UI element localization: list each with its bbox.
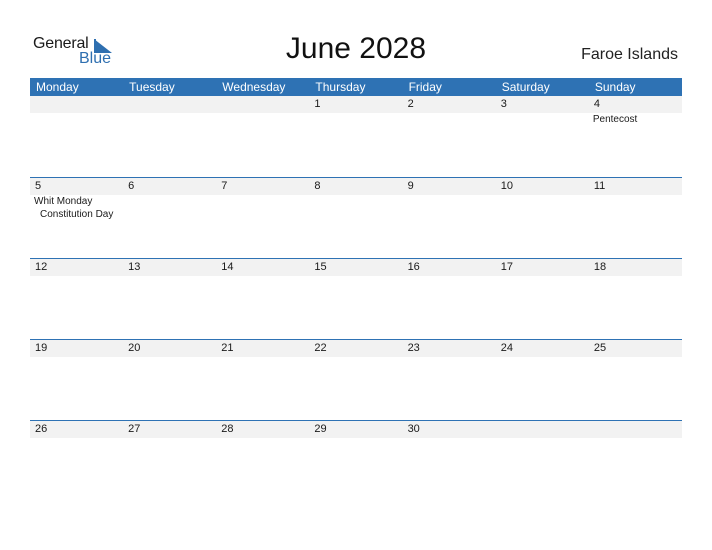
day-cell: 2 — [403, 96, 496, 177]
day-cell: 16 — [403, 259, 496, 340]
day-cell: 20 — [123, 340, 216, 421]
weekday-friday: Friday — [408, 80, 442, 94]
day-number: 27 — [128, 423, 141, 435]
day-number: 28 — [221, 423, 234, 435]
day-cell: 25 — [589, 340, 682, 421]
day-cell: 5 Whit Monday Constitution Day — [30, 178, 123, 259]
day-number: 14 — [221, 261, 234, 273]
day-number: 16 — [407, 261, 420, 273]
weekday-thursday: Thursday — [315, 80, 366, 94]
week-row: 19 20 21 22 23 24 25 — [30, 339, 682, 421]
day-number: 18 — [593, 261, 607, 273]
day-number: 21 — [221, 342, 234, 354]
weekday-sunday: Sunday — [594, 80, 636, 94]
holiday-label: Constitution Day — [40, 209, 114, 220]
day-cell: 9 — [403, 178, 496, 259]
week-row: 1 2 3 4 Pentecost — [30, 96, 682, 177]
weekday-wednesday: Wednesday — [222, 80, 286, 94]
day-number: 19 — [35, 342, 48, 354]
weekday-header: Monday Tuesday Wednesday Thursday Friday… — [30, 78, 682, 96]
day-number: 13 — [128, 261, 141, 273]
day-cell: 12 — [30, 259, 123, 340]
day-cell — [496, 421, 589, 502]
day-cell: 24 — [496, 340, 589, 421]
day-cell — [30, 96, 123, 177]
day-cell: 1 — [309, 96, 402, 177]
day-number: 7 — [221, 180, 228, 192]
day-cell: 22 — [309, 340, 402, 421]
day-cell: 19 — [30, 340, 123, 421]
day-cell: 11 — [589, 178, 682, 259]
day-number: 10 — [500, 180, 513, 192]
day-cell: 6 — [123, 178, 216, 259]
day-number: 12 — [35, 261, 48, 273]
day-number: 4 — [593, 98, 600, 110]
day-number: 5 — [35, 180, 42, 192]
day-number: 20 — [128, 342, 141, 354]
day-number: 23 — [407, 342, 420, 354]
day-number: 22 — [314, 342, 327, 354]
day-cell: 8 — [309, 178, 402, 259]
day-number: 15 — [314, 261, 327, 273]
weekday-tuesday: Tuesday — [129, 80, 175, 94]
country-label: Faroe Islands — [581, 46, 678, 63]
calendar: Monday Tuesday Wednesday Thursday Friday… — [30, 78, 682, 438]
day-number: 3 — [500, 98, 507, 110]
day-cell: 23 — [403, 340, 496, 421]
day-cell: 7 — [216, 178, 309, 259]
weekday-saturday: Saturday — [501, 80, 550, 94]
day-cell: 15 — [309, 259, 402, 340]
day-cell: 4 Pentecost — [589, 96, 682, 177]
week-row: 5 Whit Monday Constitution Day 6 7 8 9 10 11 — [30, 177, 682, 259]
day-number: 24 — [500, 342, 513, 354]
day-cell: 18 — [589, 259, 682, 340]
day-cell: 30 — [403, 421, 496, 502]
day-cell: 28 — [216, 421, 309, 502]
day-cell: 17 — [496, 259, 589, 340]
week-row: 26 27 28 29 30 — [30, 420, 682, 502]
day-number: 8 — [314, 180, 321, 192]
day-number: 26 — [35, 423, 48, 435]
day-cell — [216, 96, 309, 177]
day-cell: 27 — [123, 421, 216, 502]
day-cell: 10 — [496, 178, 589, 259]
day-number: 29 — [314, 423, 327, 435]
day-number: 6 — [128, 180, 135, 192]
day-number: 11 — [593, 180, 606, 192]
day-cell: 26 — [30, 421, 123, 502]
day-number: 2 — [407, 98, 414, 110]
day-cell — [589, 421, 682, 502]
day-number: 25 — [593, 342, 607, 354]
day-cell: 21 — [216, 340, 309, 421]
weekday-monday: Monday — [36, 80, 79, 94]
day-number: 9 — [407, 180, 414, 192]
day-cell: 3 — [496, 96, 589, 177]
holiday-label: Whit Monday — [34, 196, 93, 207]
day-cell: 14 — [216, 259, 309, 340]
holiday-label: Pentecost — [592, 114, 638, 125]
day-number: 30 — [407, 423, 420, 435]
day-number: 1 — [314, 98, 321, 110]
day-cell — [123, 96, 216, 177]
day-cell: 13 — [123, 259, 216, 340]
day-cell: 29 — [309, 421, 402, 502]
week-row: 12 13 14 15 16 17 18 — [30, 258, 682, 340]
day-number: 17 — [500, 261, 513, 273]
